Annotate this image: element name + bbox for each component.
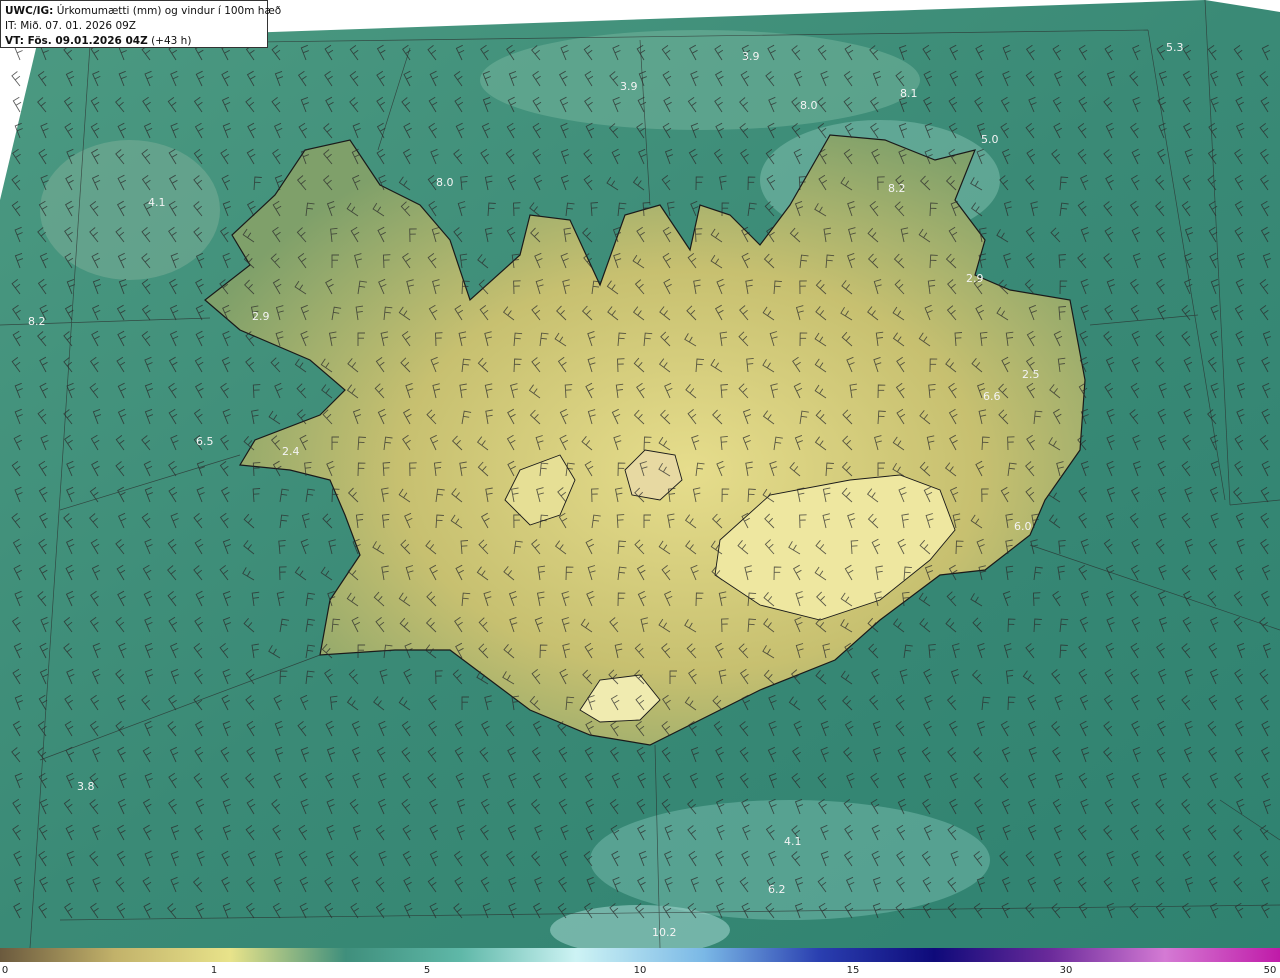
issue-time: IT: Mið. 07. 01. 2026 09Z [5, 20, 136, 32]
colorbar-strip [0, 948, 1280, 962]
colorbar-tick: 1 [210, 965, 218, 976]
value-label: 10.2 [652, 926, 677, 939]
value-label: 3.9 [742, 50, 760, 63]
colorbar-tick: 50 [1263, 965, 1277, 976]
colorbar-tick: 0 [1, 965, 9, 976]
value-label: 6.2 [768, 883, 786, 896]
value-label: 4.1 [148, 196, 166, 209]
value-label: 2.9 [252, 310, 270, 323]
value-label: 6.5 [196, 435, 214, 448]
value-label: 3.9 [620, 80, 638, 93]
valid-time: VT: Fös. 09.01.2026 04Z [5, 35, 148, 47]
product-label: UWC/IG: [5, 5, 54, 17]
value-label: 8.0 [800, 99, 818, 112]
value-label: 6.6 [983, 390, 1001, 403]
colorbar: 0 1 5 10 15 30 50 [0, 948, 1280, 978]
value-label: 5.3 [1166, 41, 1184, 54]
valid-offset: (+43 h) [151, 35, 192, 47]
value-label: 2.9 [966, 272, 984, 285]
colorbar-tick: 5 [423, 965, 431, 976]
value-label: 8.2 [28, 315, 46, 328]
value-label: 4.1 [784, 835, 802, 848]
value-label: 8.0 [436, 176, 454, 189]
value-label: 6.0 [1014, 520, 1032, 533]
map-info-box: UWC/IG: Úrkomumætti (mm) og vindur í 100… [0, 0, 281, 49]
value-label: 8.2 [888, 182, 906, 195]
value-label: 5.0 [981, 133, 999, 146]
map-title: Úrkomumætti (mm) og vindur í 100m hæð [56, 5, 282, 17]
value-label: 2.5 [1022, 368, 1040, 381]
precipitation-wind-map: 3.9 3.9 8.0 8.1 5.3 5.0 4.1 8.0 8.2 2.9 … [0, 0, 1280, 948]
valid-time-line: VT: Fös. 09.01.2026 04Z (+43 h) [5, 34, 263, 49]
value-label: 2.4 [282, 445, 300, 458]
colorbar-tick: 10 [633, 965, 647, 976]
title-line: UWC/IG: Úrkomumætti (mm) og vindur í 100… [5, 4, 281, 19]
colorbar-tick: 30 [1059, 965, 1073, 976]
value-label: 3.8 [77, 780, 95, 793]
value-label: 8.1 [900, 87, 918, 100]
colorbar-tick: 15 [846, 965, 860, 976]
